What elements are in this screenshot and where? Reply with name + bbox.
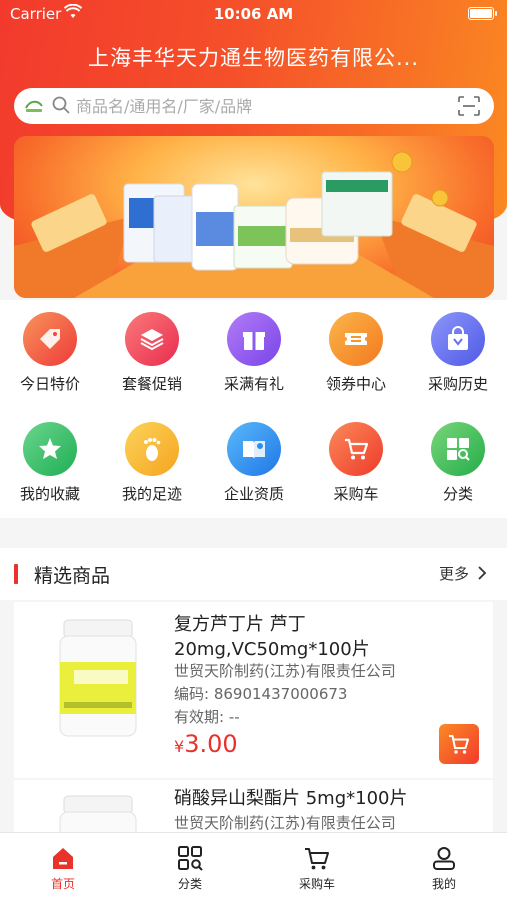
add-to-cart-button[interactable] [439, 724, 479, 764]
search-input[interactable] [76, 88, 446, 124]
category-item[interactable]: 我的收藏 [0, 422, 100, 504]
category-grid-icon [431, 422, 485, 476]
tab-cart[interactable]: 采购车 [254, 833, 380, 900]
featured-header: 精选商品 更多 [0, 548, 507, 600]
product-price: ¥3.00 [174, 730, 238, 758]
category-item[interactable]: 采购车 [306, 422, 406, 504]
chevron-right-icon[interactable] [477, 566, 487, 580]
category-item[interactable]: 套餐促销 [102, 312, 202, 394]
gift-icon [227, 312, 281, 366]
category-grid: 今日特价 套餐促销 采满有礼 领券中心 采购历史 我的收藏 我的足迹 企业资质 … [0, 300, 507, 518]
category-item[interactable]: 今日特价 [0, 312, 100, 394]
search-bar[interactable] [14, 88, 494, 124]
shopping-bag-icon [431, 312, 485, 366]
product-name: 复方芦丁片 芦丁20mg,VC50mg*100片 [174, 614, 370, 660]
promo-banner[interactable] [14, 136, 494, 298]
section-accent-bar [14, 564, 18, 584]
cart-icon [329, 422, 383, 476]
profile-icon [433, 847, 455, 870]
product-image [59, 795, 137, 832]
brand-logo-icon [25, 100, 43, 112]
category-item[interactable]: 采满有礼 [204, 312, 304, 394]
layers-icon [125, 312, 179, 366]
product-card[interactable]: 硝酸异山梨酯片 5mg*100片 世贸天阶制药(江苏)有限责任公司 [14, 780, 493, 832]
category-item[interactable]: 领券中心 [306, 312, 406, 394]
banner-illustration [14, 151, 494, 298]
status-bar: Carrier 10:06 AM [0, 0, 507, 28]
more-link[interactable]: 更多 [439, 563, 469, 584]
product-manufacturer: 世贸天阶制药(江苏)有限责任公司 [174, 662, 396, 680]
home-icon [53, 848, 73, 869]
category-item[interactable]: 企业资质 [204, 422, 304, 504]
battery-icon [468, 7, 497, 20]
store-title: 上海丰华天力通生物医药有限公... [87, 46, 420, 70]
tab-profile[interactable]: 我的 [381, 833, 507, 900]
cart-icon [449, 735, 469, 754]
product-manufacturer: 世贸天阶制药(江苏)有限责任公司 [174, 814, 396, 832]
category-item[interactable]: 我的足迹 [102, 422, 202, 504]
section-title: 精选商品 [34, 565, 111, 587]
footprint-icon [125, 422, 179, 476]
coupon-icon [329, 312, 383, 366]
certificate-book-icon [227, 422, 281, 476]
category-item[interactable]: 采购历史 [408, 312, 507, 394]
clock: 10:06 AM [213, 5, 294, 23]
search-icon [52, 96, 70, 114]
product-code: 编码: 86901437000673 [174, 685, 348, 703]
tab-bar: 首页 分类 采购车 我的 [0, 832, 507, 900]
product-expiry: 有效期: -- [174, 708, 240, 726]
tab-category[interactable]: 分类 [127, 833, 253, 900]
product-image [59, 619, 137, 737]
price-tag-icon [23, 312, 77, 366]
category-item[interactable]: 分类 [408, 422, 507, 504]
product-name: 硝酸异山梨酯片 5mg*100片 [174, 788, 408, 809]
tab-home[interactable]: 首页 [0, 833, 126, 900]
category-icon [178, 846, 203, 871]
star-icon [23, 422, 77, 476]
product-card[interactable]: 复方芦丁片 芦丁20mg,VC50mg*100片 世贸天阶制药(江苏)有限责任公… [14, 602, 493, 778]
cart-icon [305, 848, 329, 870]
scan-icon[interactable] [458, 96, 480, 116]
